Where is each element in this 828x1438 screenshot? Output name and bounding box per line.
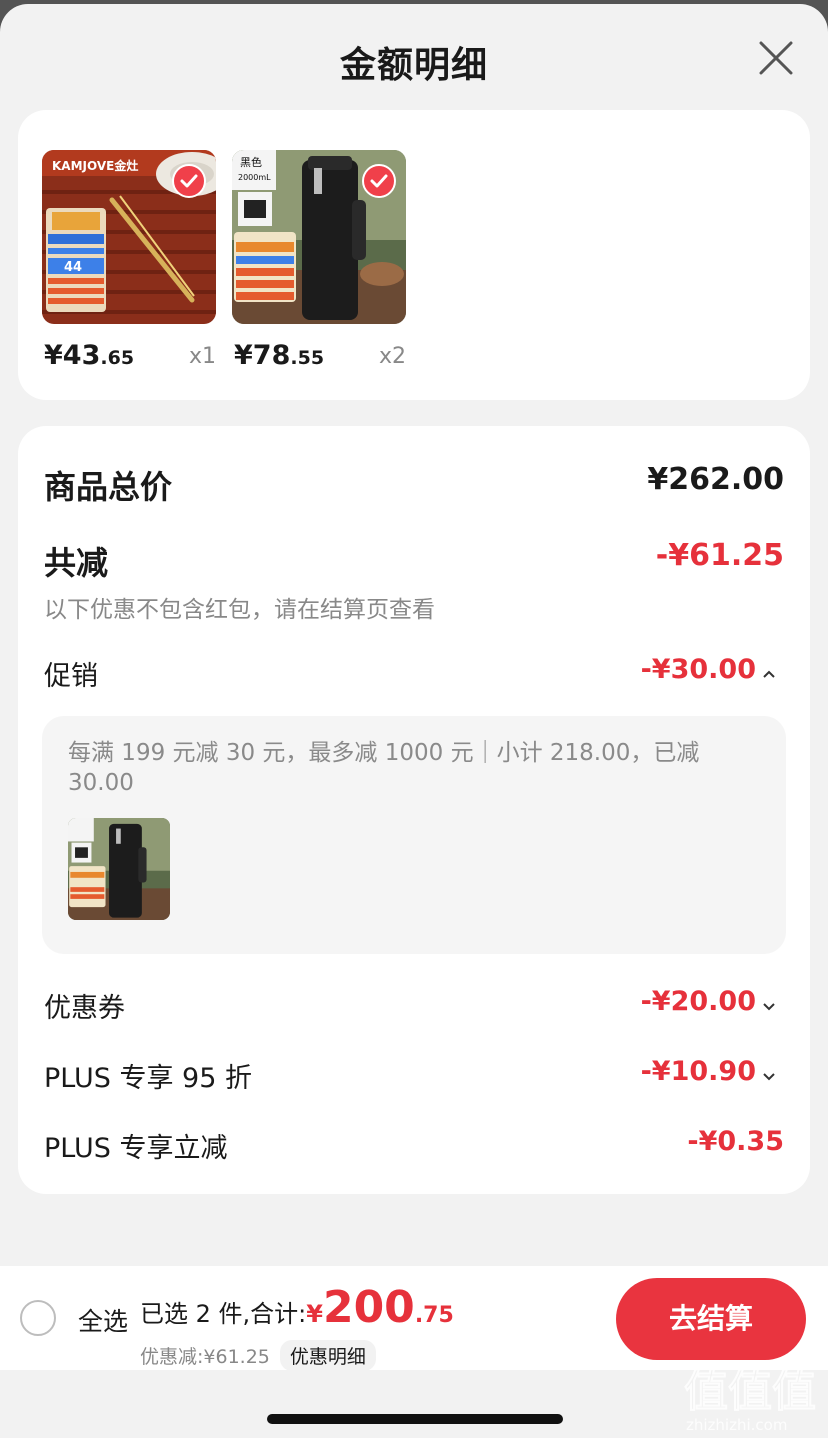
svg-text:zhizhizhi.com: zhizhizhi.com [686, 1416, 787, 1434]
svg-text:2000mL: 2000mL [238, 173, 271, 182]
product-price: ¥43.65 [44, 340, 135, 371]
plus-instant-cut-row: PLUS 专享立减 -¥0.35 [44, 1126, 784, 1164]
plus-95-discount-label: PLUS 专享 95 折 [44, 1063, 252, 1094]
saving-line: 优惠减:¥61.25 优惠明细 [140, 1340, 376, 1371]
chevron-down-icon[interactable] [762, 1066, 778, 1085]
checkout-bar: 全选 已选 2 件,合计:¥200.75 优惠减:¥61.25 优惠明细 去结算 [0, 1266, 828, 1371]
order-total: 已选 2 件,合计:¥200.75 [140, 1282, 454, 1333]
total-currency: ¥ [306, 1300, 323, 1328]
select-all-label[interactable]: 全选 [78, 1302, 128, 1338]
checkout-button[interactable]: 去结算 [616, 1278, 806, 1360]
color-tag: 黑色 [240, 155, 262, 169]
svg-text:44: 44 [64, 260, 82, 275]
product-item[interactable]: 黑色 2000mL ¥78.55 x2 [232, 150, 406, 380]
product-quantity: x2 [378, 344, 406, 369]
svg-text:值值值: 值值值 [684, 1366, 816, 1417]
total-amount-integer: 200 [322, 1282, 415, 1333]
total-amount-decimal: .75 [414, 1303, 454, 1328]
selected-count-text: 已选 2 件,合计: [140, 1300, 307, 1328]
plus-95-discount-value: -¥10.90 [640, 1056, 756, 1087]
total-discount-value: -¥61.25 [655, 538, 784, 573]
price-summary-card: 商品总价 ¥262.00 共减 -¥61.25 以下优惠不包含红包，请在结算页查… [18, 426, 810, 1194]
product-item[interactable]: KAMJOVE金灶 44 ¥43.65 x1 [42, 150, 216, 380]
select-all-checkbox[interactable] [20, 1300, 56, 1336]
promotion-row[interactable]: 促销 -¥30.00 [44, 654, 784, 692]
watermark-logo: 值值值 zhizhizhi.com [683, 1365, 817, 1434]
total-price-label: 商品总价 [44, 468, 173, 506]
selected-check-icon[interactable] [172, 164, 206, 198]
thermos-product-image [68, 818, 170, 920]
chevron-down-icon[interactable] [762, 996, 778, 1015]
product-image[interactable]: KAMJOVE金灶 44 [42, 150, 216, 324]
total-price-value: ¥262.00 [647, 462, 784, 497]
discount-hint: 以下优惠不包含红包，请在结算页查看 [44, 597, 435, 623]
saving-amount: 优惠减:¥61.25 [140, 1346, 270, 1368]
close-icon[interactable] [758, 40, 794, 76]
brand-logo-text: KAMJOVE金灶 [52, 158, 138, 173]
product-image[interactable]: 黑色 2000mL [232, 150, 406, 324]
product-quantity: x1 [188, 344, 216, 369]
promotion-label: 促销 [44, 661, 98, 692]
product-price: ¥78.55 [234, 340, 325, 371]
discount-detail-link[interactable]: 优惠明细 [279, 1340, 376, 1371]
coupon-row[interactable]: 优惠券 -¥20.00 [44, 986, 784, 1024]
home-indicator[interactable] [267, 1414, 563, 1424]
promotion-value: -¥30.00 [640, 654, 756, 685]
total-discount-row: 共减 -¥61.25 [44, 538, 784, 582]
plus-instant-cut-label: PLUS 专享立减 [44, 1133, 228, 1164]
amount-detail-sheet: 金额明细 KAMJOVE金灶 44 ¥43.65 x1 黑色 2000mL ¥7… [0, 4, 828, 1438]
promotion-detail-box: 每满 199 元减 30 元，最多减 1000 元｜小计 218.00，已减 3… [42, 716, 786, 954]
selected-products-card: KAMJOVE金灶 44 ¥43.65 x1 黑色 2000mL ¥78.55 … [18, 110, 810, 400]
plus-instant-cut-value: -¥0.35 [687, 1126, 784, 1157]
promotion-detail-text: 每满 199 元减 30 元，最多减 1000 元｜小计 218.00，已减 3… [68, 740, 700, 796]
total-discount-label: 共减 [44, 544, 109, 582]
selected-check-icon[interactable] [362, 164, 396, 198]
sheet-title: 金额明细 [339, 45, 488, 86]
promotion-product-thumbnail[interactable] [68, 818, 170, 920]
coupon-label: 优惠券 [44, 993, 125, 1024]
total-price-row: 商品总价 ¥262.00 [44, 462, 784, 506]
coupon-value: -¥20.00 [640, 986, 756, 1017]
plus-95-discount-row[interactable]: PLUS 专享 95 折 -¥10.90 [44, 1056, 784, 1094]
chevron-up-icon[interactable] [762, 664, 778, 683]
